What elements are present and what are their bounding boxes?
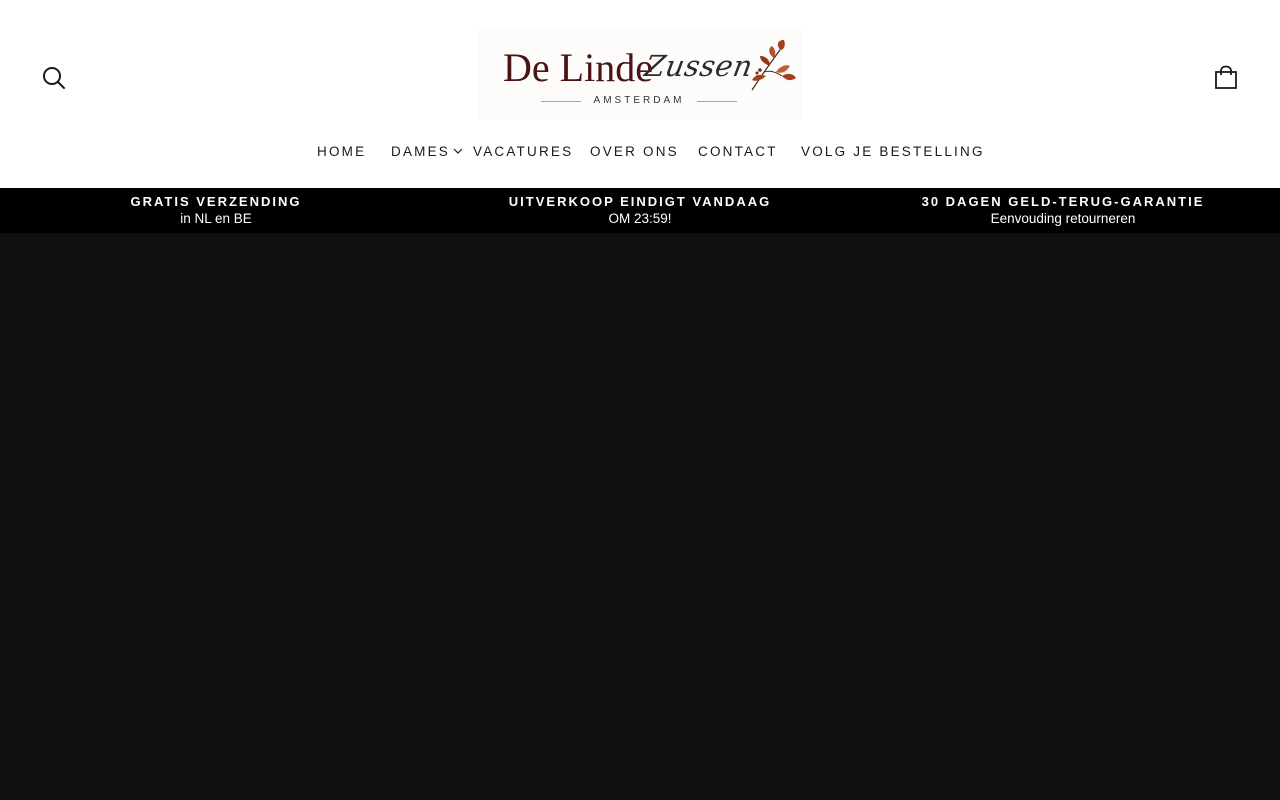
announcement-item: 30 DAGEN GELD-TERUG-GARANTIE Eenvouding …	[863, 193, 1263, 228]
main-nav: HOME DAMES VACATURES OVER ONS CONTACT VO…	[0, 140, 1280, 164]
search-icon	[43, 67, 65, 89]
announcement-item: GRATIS VERZENDING in NL en BE	[16, 193, 416, 228]
search-button[interactable]	[40, 64, 68, 92]
logo-script-text: Zussen	[642, 49, 756, 83]
logo-divider-right	[697, 101, 737, 102]
cart-button[interactable]	[1212, 64, 1240, 92]
nav-item-contact[interactable]: CONTACT	[698, 140, 778, 164]
nav-item-volg-je-bestelling[interactable]: VOLG JE BESTELLING	[801, 140, 985, 164]
logo-main-text: De Linde	[503, 45, 653, 90]
nav-item-home[interactable]: HOME	[317, 140, 366, 164]
site-logo[interactable]: De Linde Zussen AMSTERDAM	[478, 30, 802, 120]
leaf-branch-icon	[751, 40, 796, 91]
nav-item-over-ons[interactable]: OVER ONS	[590, 140, 679, 164]
logo-subtitle-row: AMSTERDAM	[541, 94, 737, 108]
announcement-subtitle: in NL en BE	[180, 211, 252, 226]
announcement-subtitle: Eenvouding retourneren	[990, 211, 1136, 226]
nav-item-vacatures[interactable]: VACATURES	[473, 140, 573, 164]
nav-item-dames[interactable]: DAMES	[391, 140, 464, 164]
announcement-title: 30 DAGEN GELD-TERUG-GARANTIE	[921, 194, 1205, 209]
hero-banner	[0, 233, 1280, 800]
announcement-item: UITVERKOOP EINDIGT VANDAAG OM 23:59!	[440, 193, 840, 228]
announcement-bar: GRATIS VERZENDING in NL en BE UITVERKOOP…	[0, 188, 1280, 233]
logo-divider-left	[541, 101, 581, 102]
announcement-title: UITVERKOOP EINDIGT VANDAAG	[508, 194, 772, 209]
chevron-down-icon	[453, 148, 463, 154]
logo-subtitle: AMSTERDAM	[593, 95, 685, 106]
announcement-title: GRATIS VERZENDING	[130, 194, 302, 209]
nav-item-label: DAMES	[391, 144, 451, 159]
site-header: De Linde Zussen AMSTERDAM HOME DAMES VAC…	[0, 0, 1280, 188]
announcement-subtitle: OM 23:59!	[608, 211, 672, 226]
shopping-bag-icon	[1215, 65, 1237, 89]
